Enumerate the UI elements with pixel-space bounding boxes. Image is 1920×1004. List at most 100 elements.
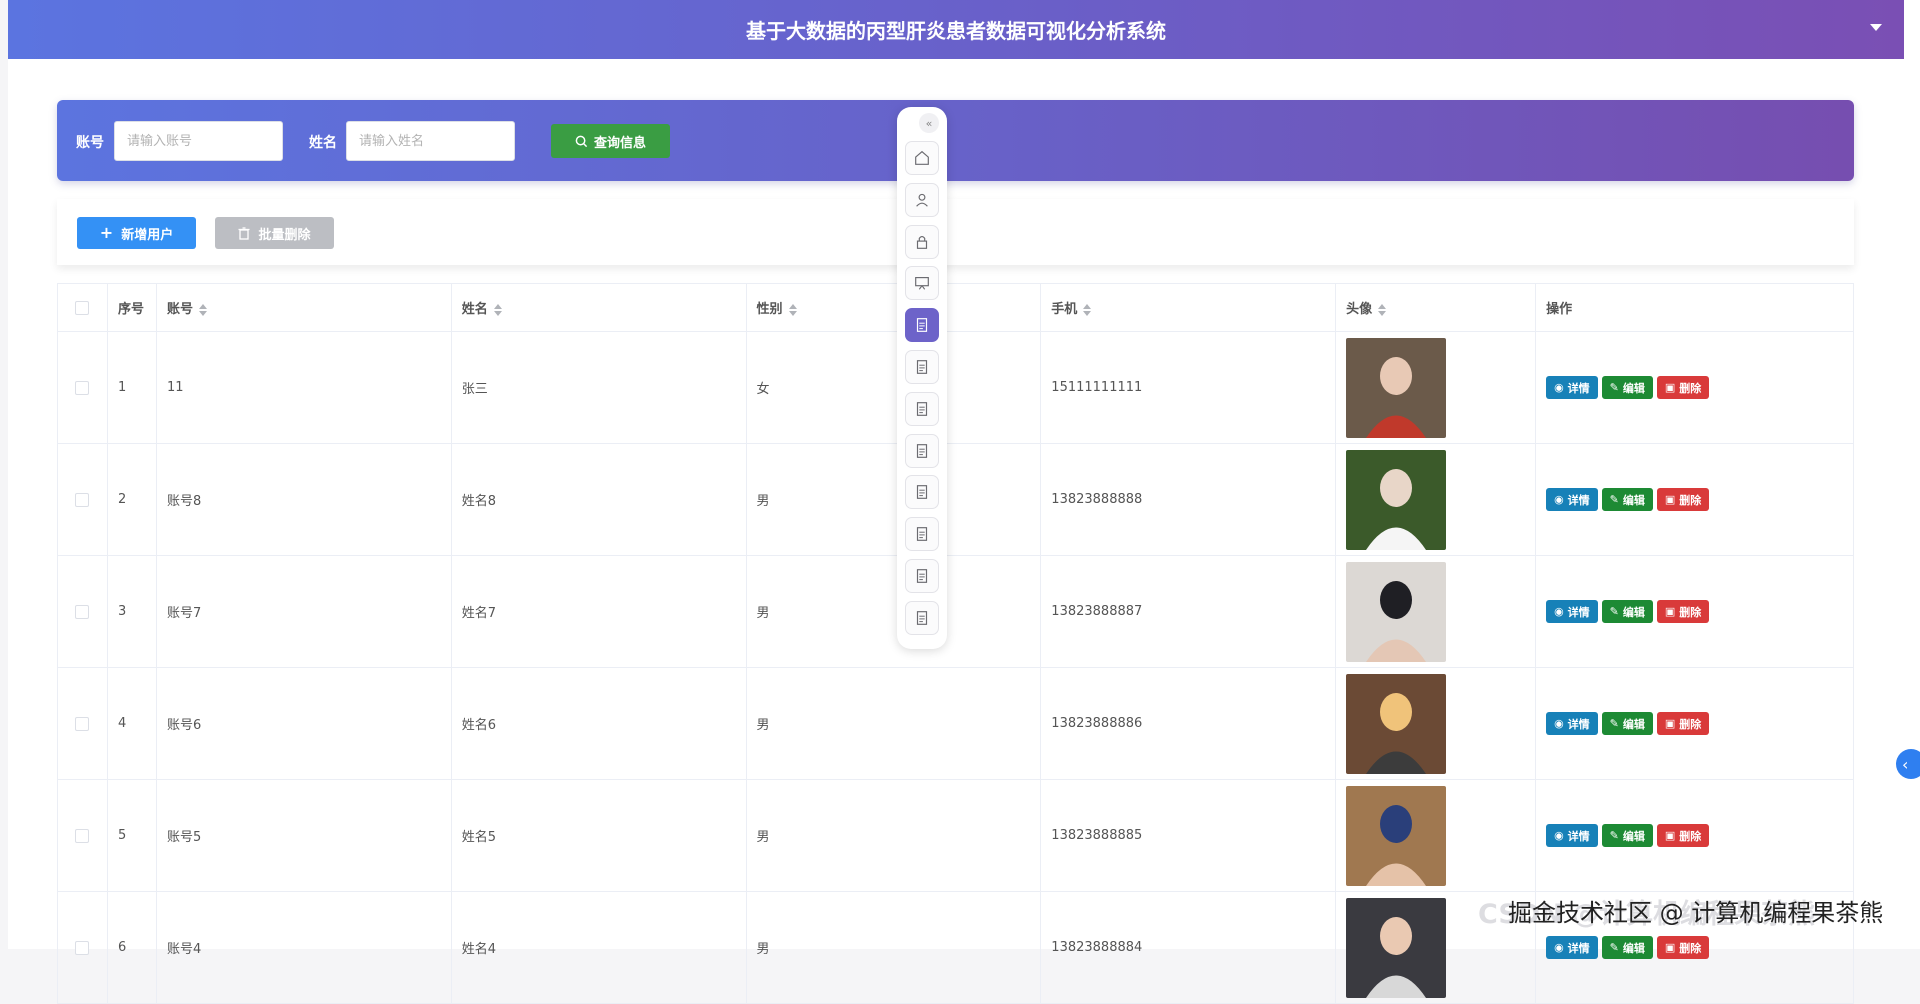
edit-button-label: 编辑 — [1622, 717, 1645, 731]
nav-item[interactable] — [905, 308, 939, 343]
delete-button[interactable]: ▣ 删除 — [1656, 936, 1710, 959]
row-ops-cell: ◉ 详情 ✎ 编辑 ▣ 删除 — [1535, 667, 1854, 780]
row-select-cell[interactable] — [57, 331, 108, 444]
header-dropdown-caret-icon[interactable] — [1870, 24, 1882, 31]
table-row[interactable]: 3 账号7 姓名7 男 13823888887 ◉ 详情 ✎ 编辑 ▣ 删除 — [57, 555, 1854, 668]
delete-button[interactable]: ▣ 删除 — [1656, 600, 1710, 623]
sort-icon[interactable] — [1378, 303, 1387, 316]
detail-button[interactable]: ◉ 详情 — [1546, 712, 1598, 735]
select-all-checkbox[interactable] — [75, 300, 90, 315]
edit-button[interactable]: ✎ 编辑 — [1601, 376, 1653, 399]
detail-button[interactable]: ◉ 详情 — [1546, 488, 1598, 511]
avatar[interactable] — [1346, 561, 1447, 662]
row-select-cell[interactable] — [57, 667, 108, 780]
page-title: 基于大数据的丙型肝炎患者数据可视化分析系统 — [746, 19, 1166, 43]
row-checkbox[interactable] — [75, 380, 90, 395]
nav-item[interactable] — [905, 433, 939, 468]
edit-button-label: 编辑 — [1622, 941, 1645, 955]
lock-icon — [916, 235, 928, 249]
nav-item[interactable] — [905, 559, 939, 593]
row-select-cell[interactable] — [57, 555, 108, 668]
edit-button-label: 编辑 — [1622, 381, 1645, 395]
sort-icon[interactable] — [1083, 303, 1092, 316]
account-search-input[interactable] — [114, 121, 283, 161]
row-gender: 男 — [746, 779, 1042, 892]
collapse-nav-icon[interactable]: « — [919, 113, 939, 133]
table-row[interactable]: 5 账号5 姓名5 男 13823888885 ◉ 详情 ✎ 编辑 ▣ 删除 — [57, 779, 1854, 892]
avatar[interactable] — [1346, 785, 1447, 886]
edit-button[interactable]: ✎ 编辑 — [1601, 488, 1653, 511]
detail-button-label: 详情 — [1567, 605, 1590, 619]
column-header-gender[interactable]: 性别 — [746, 283, 1042, 332]
row-checkbox[interactable] — [75, 828, 90, 843]
avatar[interactable] — [1346, 337, 1447, 438]
avatar[interactable] — [1346, 449, 1447, 550]
detail-button[interactable]: ◉ 详情 — [1546, 824, 1598, 847]
table-row[interactable]: 2 账号8 姓名8 男 13823888888 ◉ 详情 ✎ 编辑 ▣ 删除 — [57, 443, 1854, 556]
nav-item[interactable] — [905, 600, 939, 635]
detail-button-label: 详情 — [1567, 717, 1590, 731]
home-icon — [915, 150, 929, 165]
row-select-cell[interactable] — [57, 779, 108, 892]
trash-icon — [238, 226, 250, 240]
row-phone: 15111111111 — [1040, 331, 1337, 444]
edit-button[interactable]: ✎ 编辑 — [1601, 936, 1653, 959]
delete-button[interactable]: ▣ 删除 — [1656, 488, 1710, 511]
row-gender: 男 — [746, 891, 1042, 1004]
sort-icon[interactable] — [493, 303, 502, 316]
detail-button[interactable]: ◉ 详情 — [1546, 600, 1598, 623]
edit-button[interactable]: ✎ 编辑 — [1601, 600, 1653, 623]
name-search-input[interactable] — [346, 121, 515, 161]
select-all-cell[interactable] — [57, 283, 108, 332]
row-name: 姓名8 — [451, 443, 747, 556]
table-row[interactable]: 1 11 张三女 15111111111 ◉ 详情 ✎ 编辑 ▣ 删除 — [57, 331, 1854, 444]
nav-item[interactable] — [905, 224, 939, 259]
row-gender: 男 — [746, 667, 1042, 780]
nav-item[interactable] — [905, 350, 939, 384]
query-button[interactable]: 查询信息 — [551, 124, 670, 158]
delete-button-label: 删除 — [1679, 717, 1702, 731]
trash-icon: ▣ — [1664, 717, 1676, 730]
add-user-button[interactable]: + 新增用户 — [77, 217, 196, 249]
column-header-avatar[interactable]: 头像 — [1335, 283, 1537, 332]
row-select-cell[interactable] — [57, 891, 108, 1004]
nav-item[interactable] — [905, 141, 939, 175]
row-avatar-cell — [1335, 555, 1537, 668]
row-ops-cell: ◉ 详情 ✎ 编辑 ▣ 删除 — [1535, 779, 1854, 892]
batch-delete-button[interactable]: 批量删除 — [215, 217, 334, 249]
delete-button[interactable]: ▣ 删除 — [1656, 712, 1710, 735]
nav-item[interactable] — [905, 517, 939, 552]
nav-item[interactable] — [905, 266, 939, 301]
pencil-icon: ✎ — [1609, 605, 1619, 618]
column-header-name[interactable]: 姓名 — [451, 283, 747, 332]
edit-button[interactable]: ✎ 编辑 — [1601, 824, 1653, 847]
edit-button[interactable]: ✎ 编辑 — [1601, 712, 1653, 735]
column-header-account[interactable]: 账号 — [156, 283, 452, 332]
avatar[interactable] — [1346, 673, 1447, 774]
row-checkbox[interactable] — [75, 716, 90, 731]
row-checkbox[interactable] — [75, 940, 90, 955]
table-row[interactable]: 4 账号6 姓名6 男 13823888886 ◉ 详情 ✎ 编辑 ▣ 删除 — [57, 667, 1854, 780]
sort-icon[interactable] — [788, 303, 797, 316]
pencil-icon: ✎ — [1609, 941, 1619, 954]
column-header-phone[interactable]: 手机 — [1040, 283, 1337, 332]
pencil-icon: ✎ — [1609, 493, 1619, 506]
trash-icon: ▣ — [1664, 829, 1676, 842]
edit-button-label: 编辑 — [1622, 605, 1645, 619]
detail-button[interactable]: ◉ 详情 — [1546, 936, 1598, 959]
right-drawer-toggle[interactable]: ‹ — [1896, 749, 1920, 779]
detail-button[interactable]: ◉ 详情 — [1546, 376, 1598, 399]
row-checkbox[interactable] — [75, 604, 90, 619]
row-index: 5 — [107, 779, 157, 892]
delete-button[interactable]: ▣ 删除 — [1656, 376, 1710, 399]
row-phone: 13823888884 — [1040, 891, 1337, 1004]
nav-item[interactable] — [905, 475, 939, 510]
nav-item[interactable] — [905, 182, 939, 217]
avatar[interactable] — [1346, 897, 1447, 998]
nav-item[interactable] — [905, 391, 939, 426]
row-select-cell[interactable] — [57, 443, 108, 556]
trash-icon: ▣ — [1664, 941, 1676, 954]
delete-button[interactable]: ▣ 删除 — [1656, 824, 1710, 847]
row-checkbox[interactable] — [75, 492, 90, 507]
sort-icon[interactable] — [198, 303, 207, 316]
